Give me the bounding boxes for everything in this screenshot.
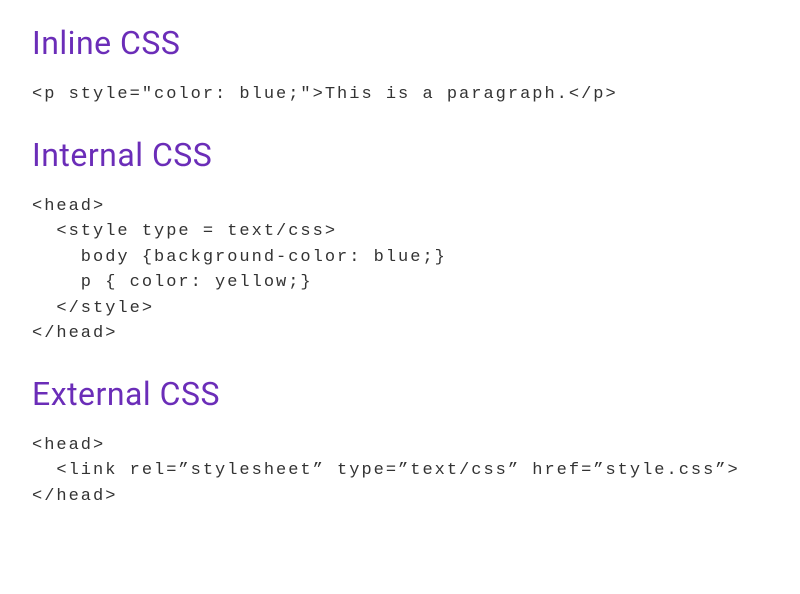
internal-css-code: <head> <style type = text/css> body {bac…	[32, 194, 768, 347]
inline-css-heading: Inline CSS	[32, 24, 768, 62]
external-css-code: <head> <link rel=”stylesheet” type=”text…	[32, 433, 768, 510]
internal-css-heading: Internal CSS	[32, 136, 768, 174]
inline-css-code: <p style="color: blue;">This is a paragr…	[32, 82, 768, 108]
external-css-heading: External CSS	[32, 375, 768, 413]
